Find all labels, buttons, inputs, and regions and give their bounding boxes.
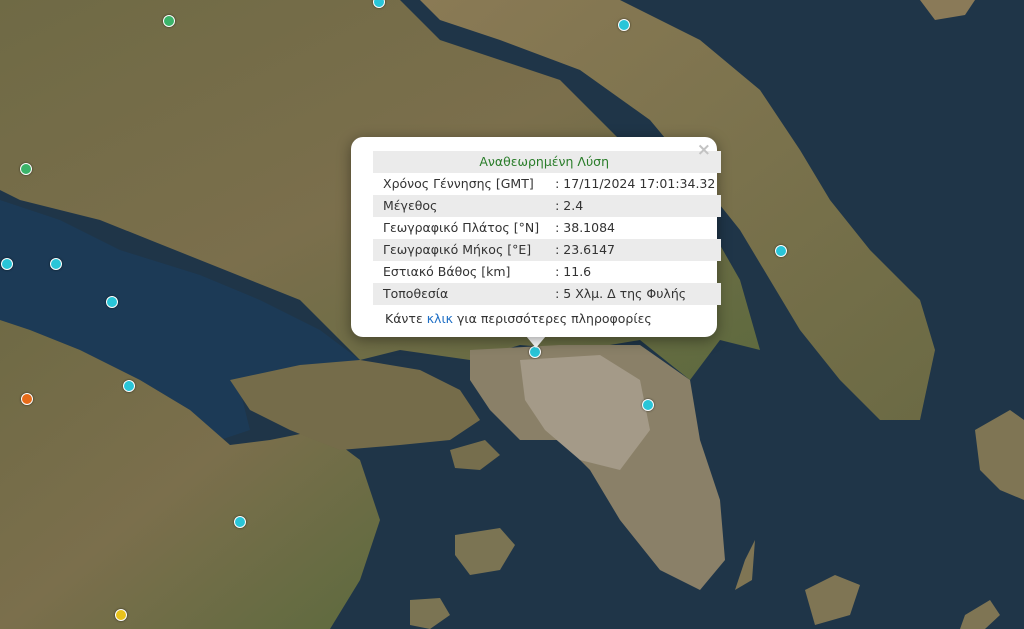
earthquake-marker[interactable] [115,609,127,621]
info-label: Τοποθεσία [373,283,546,305]
earthquake-popup: × Αναθεωρημένη Λύση Χρόνος Γέννησης [GMT… [351,137,722,337]
popup-tip [526,336,546,348]
popup-title-row: Αναθεωρημένη Λύση [373,151,722,173]
info-label: Χρόνος Γέννησης [GMT] [383,176,534,191]
earthquake-marker[interactable] [234,516,246,528]
earthquake-marker[interactable] [21,393,33,405]
info-value: : 23.6147 [545,239,722,261]
earthquake-marker[interactable] [20,163,32,175]
more-info-text: Κάντε κλικ για περισσότερες πληροφορίες [373,305,695,326]
more-info-link[interactable]: κλικ [427,311,453,326]
earthquake-marker[interactable] [50,258,62,270]
info-label: Γεωγραφικό Μήκος [°E] [373,239,546,261]
popup-title: Αναθεωρημένη Λύση [373,151,722,173]
earthquake-marker[interactable] [775,245,787,257]
info-label: Γεωγραφικό Πλάτος [°N] [383,220,540,235]
info-row-time: Χρόνος Γέννησης [GMT] : 17/11/2024 17:01… [373,173,721,195]
earthquake-marker[interactable] [618,19,630,31]
more-info-prefix: Κάντε [385,311,427,326]
close-icon[interactable]: × [697,140,711,160]
info-value: : 11.6 [555,264,592,279]
earthquake-marker[interactable] [642,399,654,411]
info-label: Εστιακό Βάθος [km] [383,264,511,279]
info-value: : 2.4 [545,195,722,217]
more-info-suffix: για περισσότερες πληροφορίες [453,311,652,326]
info-row-depth: Εστιακό Βάθος [km] : 11.6 [373,261,721,283]
earthquake-info-table: Αναθεωρημένη Λύση Χρόνος Γέννησης [GMT] … [373,151,722,305]
info-row-latitude: Γεωγραφικό Πλάτος [°N] : 38.1084 [373,217,721,239]
info-value: : 38.1084 [555,220,615,235]
earthquake-marker[interactable] [123,380,135,392]
info-row-location: Τοποθεσία : 5 Χλμ. Δ της Φυλής [373,283,722,305]
earthquake-marker[interactable] [106,296,118,308]
earthquake-marker[interactable] [1,258,13,270]
info-value: : 5 Χλμ. Δ της Φυλής [545,283,722,305]
info-row-magnitude: Μέγεθος : 2.4 [373,195,722,217]
info-value: : 17/11/2024 17:01:34.32 [555,176,716,191]
info-label: Μέγεθος [373,195,546,217]
info-row-longitude: Γεωγραφικό Μήκος [°E] : 23.6147 [373,239,722,261]
earthquake-marker[interactable] [163,15,175,27]
